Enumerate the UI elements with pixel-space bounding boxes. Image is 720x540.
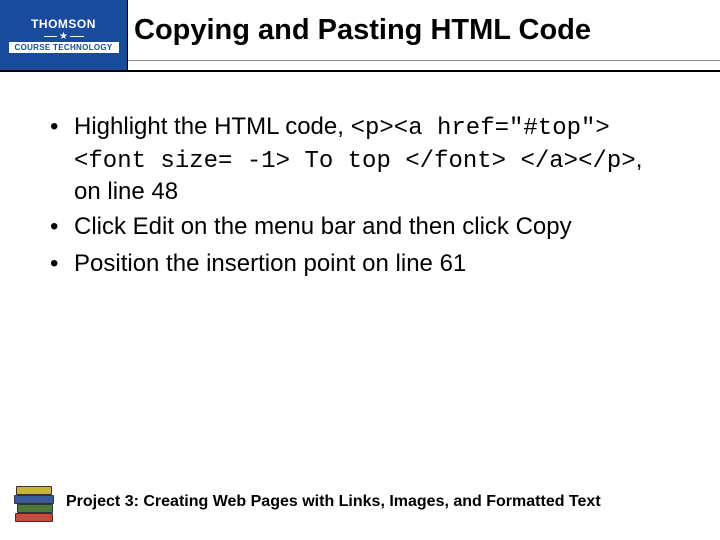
book-stack-icon <box>12 482 56 522</box>
slide-footer: Project 3: Creating Web Pages with Links… <box>0 482 720 522</box>
logo-brand-text: THOMSON <box>31 17 96 31</box>
bullet-item: Position the insertion point on line 61 <box>46 249 674 282</box>
bullet-item: Highlight the HTML code, <p><a href="#to… <box>46 112 674 208</box>
series-logo <box>12 482 56 522</box>
publisher-logo: THOMSON ★ COURSE TECHNOLOGY <box>0 0 128 70</box>
logo-subbrand-text: COURSE TECHNOLOGY <box>9 42 119 53</box>
slide-body: Highlight the HTML code, <p><a href="#to… <box>0 72 720 282</box>
bullet-text-pre: Highlight the HTML code, <box>74 113 351 140</box>
bullet-text-pre: Click Edit on the menu bar and then clic… <box>74 213 572 240</box>
logo-star-divider: ★ <box>54 35 74 38</box>
bullet-text-pre: Position the insertion point on line 61 <box>74 250 466 277</box>
slide-header: THOMSON ★ COURSE TECHNOLOGY Copying and … <box>0 0 720 72</box>
footer-text: Project 3: Creating Web Pages with Links… <box>66 493 601 511</box>
bullet-item: Click Edit on the menu bar and then clic… <box>46 212 674 245</box>
header-underline <box>128 60 720 61</box>
slide-title: Copying and Pasting HTML Code <box>134 14 591 47</box>
